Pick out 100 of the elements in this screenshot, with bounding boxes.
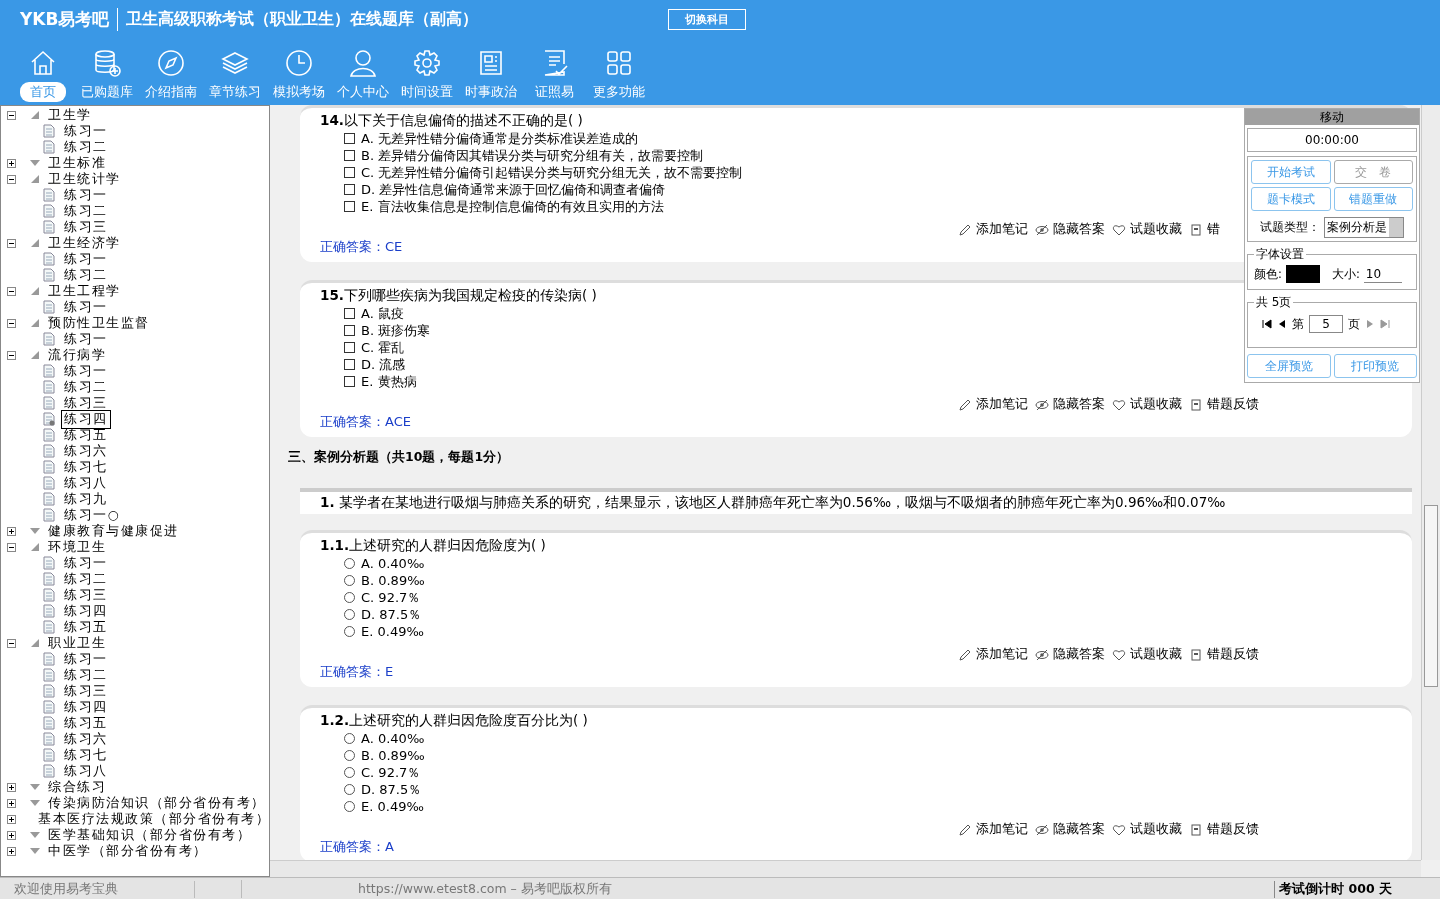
- window-title: 卫生高级职称考试（职业卫生）在线题库（副高）: [126, 8, 479, 30]
- document-icon: [43, 204, 55, 218]
- checkbox[interactable]: [344, 133, 355, 144]
- checkbox[interactable]: [344, 376, 355, 387]
- action-button[interactable]: 试题收藏: [1112, 221, 1182, 238]
- collapse-toggle[interactable]: [7, 238, 16, 248]
- radio-button[interactable]: [344, 767, 355, 778]
- tree-item[interactable]: 综合练习: [48, 778, 106, 796]
- expand-toggle[interactable]: [7, 846, 16, 856]
- radio-button[interactable]: [344, 733, 355, 744]
- action-button[interactable]: 添加笔记: [958, 646, 1028, 663]
- action-button[interactable]: 隐藏答案: [1035, 396, 1105, 413]
- radio-button[interactable]: [344, 784, 355, 795]
- eye-icon: [1035, 647, 1049, 662]
- document-icon: [43, 604, 55, 618]
- expand-toggle[interactable]: [7, 798, 16, 808]
- vertical-scrollbar[interactable]: [1421, 105, 1440, 860]
- tree-item[interactable]: 练习四: [61, 409, 111, 429]
- checkbox[interactable]: [344, 150, 355, 161]
- checkbox[interactable]: [344, 201, 355, 212]
- collapse-toggle[interactable]: [7, 318, 16, 328]
- document-icon: [43, 508, 55, 522]
- tree-item[interactable]: 环境卫生: [48, 538, 106, 556]
- page-field[interactable]: 5: [1309, 315, 1343, 333]
- collapse-toggle[interactable]: [7, 174, 16, 184]
- collapse-toggle[interactable]: [7, 286, 16, 296]
- eye-icon: [1035, 822, 1049, 837]
- pencil-icon: [958, 222, 972, 237]
- nav-icon: [155, 48, 186, 78]
- first-page-icon[interactable]: [1262, 319, 1272, 329]
- checkbox[interactable]: [344, 325, 355, 336]
- expand-toggle[interactable]: [7, 782, 16, 792]
- tree-item[interactable]: 传染病防治知识（部分省份有考）: [48, 794, 266, 812]
- collapse-toggle[interactable]: [7, 542, 16, 552]
- action-button[interactable]: 添加笔记: [958, 396, 1028, 413]
- nav-label: 更多功能: [591, 83, 646, 101]
- tree-item[interactable]: 职业卫生: [48, 634, 106, 652]
- nav-icon: [411, 48, 442, 78]
- action-button[interactable]: 错题反馈: [1189, 821, 1259, 838]
- action-button[interactable]: 添加笔记: [958, 221, 1028, 238]
- type-label: 试题类型：: [1260, 219, 1320, 236]
- triangle-icon: [30, 638, 40, 648]
- action-button[interactable]: 错题反馈: [1189, 646, 1259, 663]
- expand-toggle[interactable]: [7, 814, 16, 824]
- tree-item[interactable]: 流行病学: [48, 346, 106, 364]
- action-button[interactable]: 试题收藏: [1112, 396, 1182, 413]
- tree-item[interactable]: 练习一: [61, 297, 111, 317]
- checkbox[interactable]: [344, 184, 355, 195]
- option-text: E. 盲法收集信息是控制信息偏倚的有效且实用的方法: [361, 197, 664, 216]
- expand-toggle[interactable]: [7, 830, 16, 840]
- radio-button[interactable]: [344, 592, 355, 603]
- horizontal-scrollbar[interactable]: [270, 860, 1421, 877]
- tree-item[interactable]: 中医学（部分省份有考）: [48, 842, 208, 860]
- checkbox[interactable]: [344, 359, 355, 370]
- next-page-icon[interactable]: [1365, 319, 1375, 329]
- tree-item[interactable]: 练习一: [61, 329, 111, 349]
- radio-button[interactable]: [344, 558, 355, 569]
- nav-label: 模拟考场: [271, 83, 326, 101]
- action-button[interactable]: 错: [1189, 221, 1220, 238]
- tree-item[interactable]: 卫生标准: [48, 154, 106, 172]
- action-button[interactable]: 隐藏答案: [1035, 821, 1105, 838]
- action-button[interactable]: 试题收藏: [1112, 821, 1182, 838]
- question-text: 1.1.上述研究的人群归因危险度为( ): [320, 537, 546, 555]
- last-page-icon[interactable]: [1380, 319, 1390, 329]
- tree-item[interactable]: 卫生统计学: [48, 170, 121, 188]
- color-swatch[interactable]: [1285, 265, 1320, 283]
- triangle-icon: [30, 350, 40, 360]
- tree-item[interactable]: 健康教育与健康促进: [48, 522, 179, 540]
- action-button[interactable]: 隐藏答案: [1035, 646, 1105, 663]
- action-button[interactable]: 错题反馈: [1189, 396, 1259, 413]
- radio-button[interactable]: [344, 626, 355, 637]
- document-icon: [43, 716, 55, 730]
- document-icon: [43, 764, 55, 778]
- document-icon: [43, 588, 55, 602]
- collapse-toggle[interactable]: [7, 638, 16, 648]
- type-dropdown[interactable]: 案例分析是: [1324, 217, 1404, 238]
- tree-item[interactable]: 基本医疗法规政策（部分省份有考）: [38, 810, 269, 828]
- document-icon: [43, 300, 55, 314]
- action-button[interactable]: 隐藏答案: [1035, 221, 1105, 238]
- previous-page-icon[interactable]: [1277, 319, 1287, 329]
- tree-item[interactable]: 预防性卫生监督: [48, 314, 150, 332]
- tree-item[interactable]: 卫生经济学: [48, 234, 121, 252]
- radio-button[interactable]: [344, 575, 355, 586]
- collapse-toggle[interactable]: [7, 350, 16, 360]
- action-button[interactable]: 添加笔记: [958, 821, 1028, 838]
- radio-button[interactable]: [344, 609, 355, 620]
- tree-item[interactable]: 卫生工程学: [48, 282, 121, 300]
- tree-item[interactable]: 医学基础知识（部分省份有考）: [48, 826, 251, 844]
- tree-item[interactable]: 卫生学: [48, 106, 92, 124]
- action-button[interactable]: 试题收藏: [1112, 646, 1182, 663]
- expand-toggle[interactable]: [7, 526, 16, 536]
- radio-button[interactable]: [344, 750, 355, 761]
- document-icon: [43, 748, 55, 762]
- collapse-toggle[interactable]: [7, 110, 16, 120]
- checkbox[interactable]: [344, 167, 355, 178]
- checkbox[interactable]: [344, 308, 355, 319]
- checkbox[interactable]: [344, 342, 355, 353]
- radio-button[interactable]: [344, 801, 355, 812]
- expand-toggle[interactable]: [7, 158, 16, 168]
- flag-icon: [1189, 647, 1203, 662]
